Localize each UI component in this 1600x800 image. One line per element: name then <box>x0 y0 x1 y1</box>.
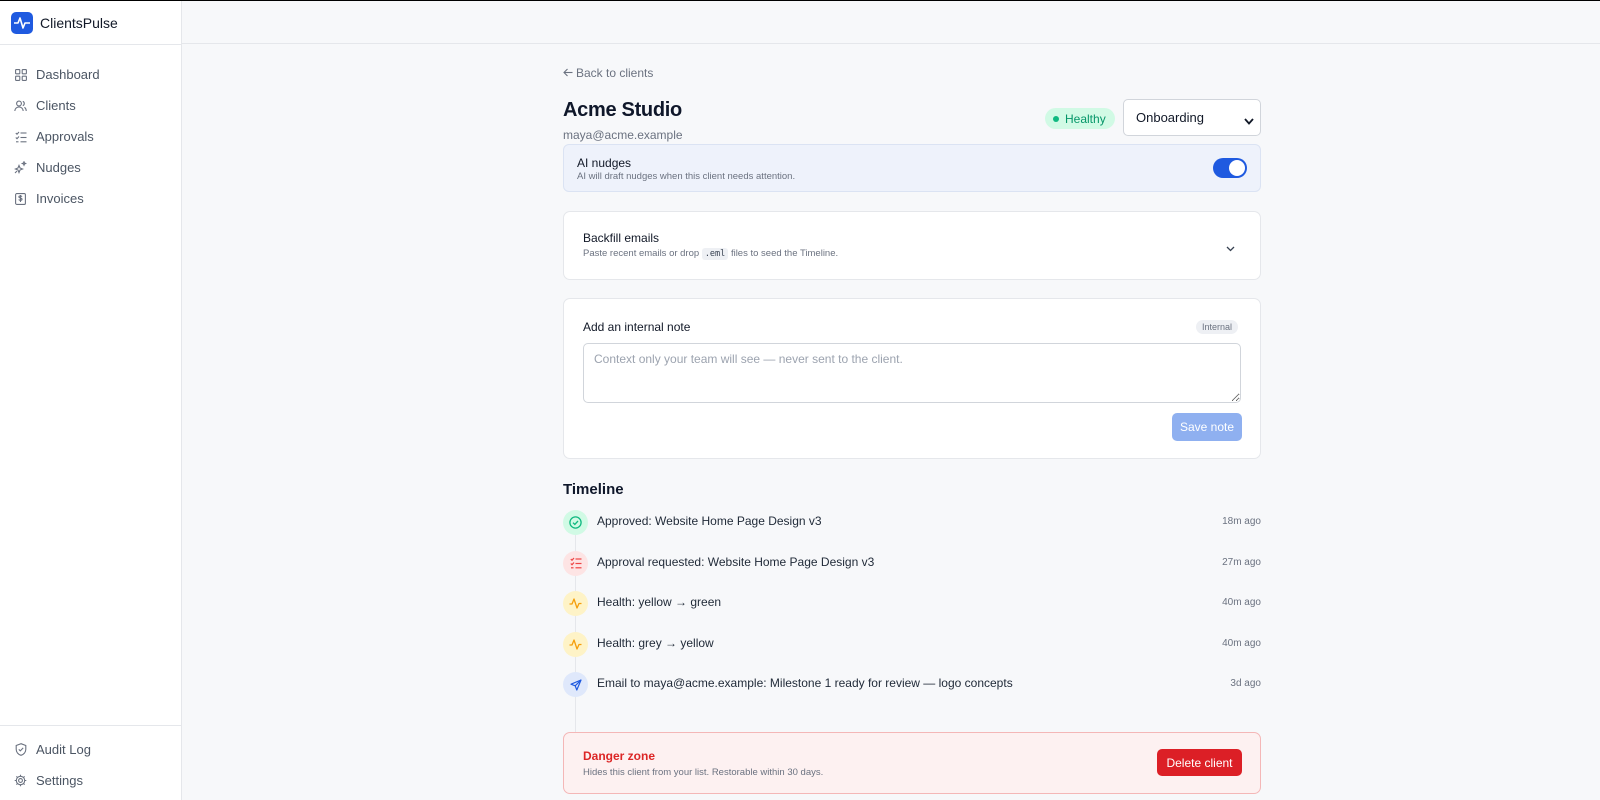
timeline-item-text: Approval requested: Website Home Page De… <box>597 554 875 569</box>
delete-client-button[interactable]: Delete client <box>1157 749 1242 776</box>
sidebar-item-audit-log[interactable]: Audit Log <box>0 734 181 765</box>
send-icon <box>563 672 588 697</box>
ai-nudges-card: AI nudges AI will draft nudges when this… <box>563 144 1261 192</box>
sidebar-item-label: Invoices <box>36 191 84 206</box>
checklist-icon <box>563 550 588 576</box>
backfill-emails-accordion[interactable]: Backfill emails Paste recent emails or d… <box>563 211 1261 280</box>
timeline-item-time: 27m ago <box>1222 556 1261 568</box>
app-name: ClientsPulse <box>40 14 118 31</box>
gear-icon <box>14 774 27 787</box>
sidebar-item-label: Dashboard <box>36 67 100 82</box>
danger-zone-title: Danger zone <box>583 749 656 763</box>
top-header <box>182 1 1600 44</box>
ai-nudges-description: AI will draft nudges when this client ne… <box>577 171 796 182</box>
sidebar-item-approvals[interactable]: Approvals <box>0 121 181 152</box>
checklist-icon <box>14 130 27 143</box>
health-status-badge: Healthy <box>1045 108 1115 129</box>
activity-icon <box>563 591 588 616</box>
backfill-text-after: files to seed the Timeline. <box>730 248 839 259</box>
internal-note-card: Add an internal note Internal Save note <box>563 298 1261 459</box>
sidebar-nav: Dashboard Clients Approvals Nudges Invoi… <box>0 45 181 214</box>
ai-nudges-title: AI nudges <box>577 156 632 170</box>
back-link-label: Back to clients <box>576 66 654 80</box>
note-label: Add an internal note <box>583 320 691 334</box>
timeline-item-text: Approved: Website Home Page Design v3 <box>597 514 822 528</box>
ai-nudges-toggle[interactable] <box>1213 158 1247 178</box>
timeline-item-time: 3d ago <box>1230 678 1261 689</box>
sidebar-item-label: Clients <box>36 98 76 113</box>
client-detail: Back to clients Acme Studio maya@acme.ex… <box>563 64 1261 794</box>
danger-zone-description: Hides this client from your list. Restor… <box>583 767 824 778</box>
sidebar-item-dashboard[interactable]: Dashboard <box>0 59 181 90</box>
shield-check-icon <box>14 743 27 756</box>
sidebar-item-clients[interactable]: Clients <box>0 90 181 121</box>
brand[interactable]: ClientsPulse <box>0 1 181 45</box>
timeline-list: Approved: Website Home Page Design v3 18… <box>563 510 1261 734</box>
sidebar-item-label: Nudges <box>36 160 81 175</box>
timeline-item: Approved: Website Home Page Design v3 18… <box>563 510 1261 551</box>
timeline-item: Health: grey → yellow 40m ago <box>563 631 1261 673</box>
sidebar-item-invoices[interactable]: Invoices <box>0 183 181 214</box>
stage-select[interactable]: Onboarding <box>1123 99 1261 136</box>
timeline-item-time: 18m ago <box>1222 516 1261 527</box>
back-to-clients-link[interactable]: Back to clients <box>563 66 653 80</box>
backfill-description: Paste recent emails or drop .eml files t… <box>583 248 839 260</box>
sidebar: ClientsPulse Dashboard Clients Approvals… <box>0 1 182 800</box>
backfill-text-before: Paste recent emails or drop <box>583 248 700 259</box>
activity-icon <box>563 631 588 657</box>
timeline-item: Email to maya@acme.example: Milestone 1 … <box>563 672 1261 713</box>
sidebar-item-label: Audit Log <box>36 742 91 757</box>
danger-zone-card: Danger zone Hides this client from your … <box>563 732 1261 794</box>
grid-icon <box>14 68 27 81</box>
timeline-item: Approval requested: Website Home Page De… <box>563 550 1261 592</box>
internal-note-textarea[interactable] <box>583 343 1241 403</box>
eml-code-chip: .eml <box>701 248 729 260</box>
sidebar-item-label: Approvals <box>36 129 94 144</box>
backfill-title: Backfill emails <box>583 231 660 245</box>
status-dot-icon <box>1053 115 1059 122</box>
chevron-down-icon <box>1226 239 1235 257</box>
health-label: Healthy <box>1065 111 1106 126</box>
dollar-doc-icon <box>14 192 27 205</box>
timeline-item-time: 40m ago <box>1222 597 1261 608</box>
sidebar-item-label: Settings <box>36 773 83 788</box>
pulse-icon <box>11 11 33 34</box>
timeline-item-time: 40m ago <box>1222 637 1261 649</box>
timeline-item-text: Health: yellow → green <box>597 595 722 609</box>
client-header: Acme Studio maya@acme.example Healthy On… <box>563 82 1261 142</box>
arrow-left-icon <box>563 66 573 80</box>
sidebar-footer: Audit Log Settings <box>0 725 181 800</box>
timeline-item: Health: yellow → green 40m ago <box>563 591 1261 632</box>
internal-badge: Internal <box>1196 320 1239 334</box>
timeline-item-text: Health: grey → yellow <box>597 635 714 650</box>
timeline-item-text: Email to maya@acme.example: Milestone 1 … <box>597 676 1013 690</box>
page-title: Acme Studio <box>563 99 682 121</box>
sparkle-icon <box>14 161 27 174</box>
users-icon <box>14 99 27 112</box>
save-note-button[interactable]: Save note <box>1172 413 1242 441</box>
check-circle-icon <box>563 510 588 535</box>
sidebar-item-nudges[interactable]: Nudges <box>0 152 181 183</box>
chevron-down-icon <box>1244 113 1254 128</box>
client-email: maya@acme.example <box>563 128 683 142</box>
stage-selected-value: Onboarding <box>1136 110 1204 125</box>
timeline-heading: Timeline <box>563 481 624 498</box>
toggle-knob <box>1229 160 1245 176</box>
sidebar-item-settings[interactable]: Settings <box>0 765 181 796</box>
